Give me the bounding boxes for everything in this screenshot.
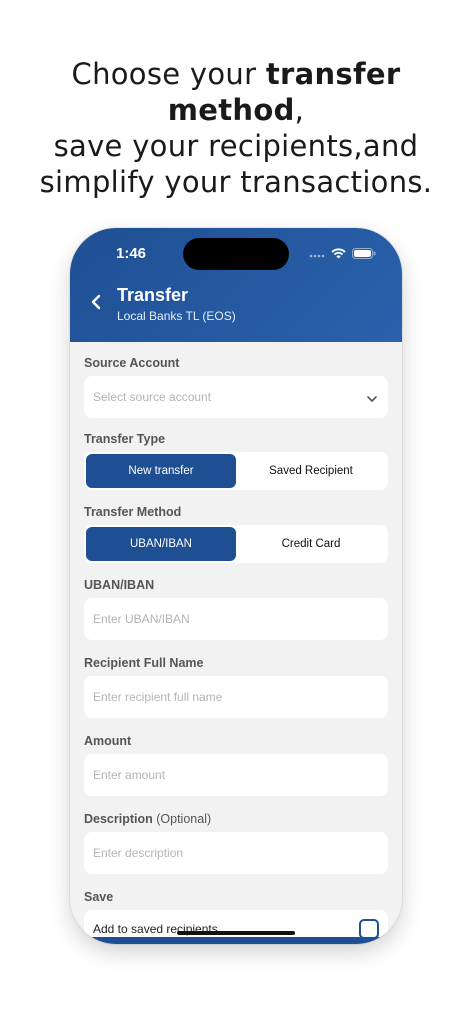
transfer-method-label: Transfer Method — [84, 505, 182, 519]
transfer-type-segmented: New transfer Saved Recipient — [84, 452, 388, 490]
app-header: 1:46 Transfer Local Banks TL (EOS) — [70, 228, 402, 342]
wifi-icon — [331, 246, 346, 264]
transfer-type-saved-recipient[interactable]: Saved Recipient — [236, 454, 386, 488]
source-account-label: Source Account — [84, 356, 180, 370]
iban-input[interactable] — [93, 612, 379, 626]
headline-line-2: save your recipients,and — [53, 129, 419, 163]
signal-icon — [309, 246, 325, 264]
marketing-headline: Choose your transfer method, save your r… — [0, 56, 472, 200]
headline-line-1: Choose your transfer method, — [0, 56, 472, 128]
page-title: Transfer — [117, 285, 189, 305]
description-field-container — [84, 832, 388, 874]
transfer-type-label: Transfer Type — [84, 432, 166, 446]
dynamic-island — [183, 238, 289, 270]
headline-line-3: simplify your transactions. — [39, 165, 433, 199]
save-label: Save — [84, 890, 114, 904]
source-account-select[interactable]: Select source account — [84, 376, 388, 418]
transfer-method-segmented: UBAN/IBAN Credit Card — [84, 525, 388, 563]
status-time: 1:46 — [116, 245, 147, 262]
chevron-down-icon — [366, 391, 378, 409]
description-label-text: Description — [84, 812, 153, 826]
amount-label: Amount — [84, 734, 132, 748]
page-subtitle: Local Banks TL (EOS) — [117, 309, 236, 323]
amount-input[interactable] — [93, 768, 379, 782]
phone-frame: 1:46 Transfer Local Banks TL (EOS) Sourc… — [70, 228, 402, 944]
battery-icon — [352, 246, 376, 264]
headline-text: , — [294, 93, 305, 127]
home-indicator — [177, 931, 295, 935]
iban-field-container — [84, 598, 388, 640]
transfer-method-credit-card[interactable]: Credit Card — [236, 527, 386, 561]
transfer-type-new-transfer[interactable]: New transfer — [86, 454, 236, 488]
status-icons — [309, 246, 376, 264]
iban-label: UBAN/IBAN — [84, 578, 155, 592]
headline-text: Choose your — [71, 57, 266, 91]
back-arrow-icon[interactable] — [88, 292, 104, 312]
description-optional-text: (Optional) — [156, 812, 212, 826]
recipient-name-field-container — [84, 676, 388, 718]
description-input[interactable] — [93, 846, 379, 860]
description-label: Description (Optional) — [84, 810, 388, 828]
save-recipient-checkbox[interactable] — [359, 919, 379, 939]
transfer-form: Source Account Select source account Tra… — [84, 342, 388, 944]
amount-field-container — [84, 754, 388, 796]
transfer-method-iban[interactable]: UBAN/IBAN — [86, 527, 236, 561]
source-account-placeholder: Select source account — [93, 390, 212, 404]
recipient-name-label: Recipient Full Name — [84, 656, 204, 670]
bottom-bar — [70, 937, 402, 944]
recipient-name-input[interactable] — [93, 690, 379, 704]
